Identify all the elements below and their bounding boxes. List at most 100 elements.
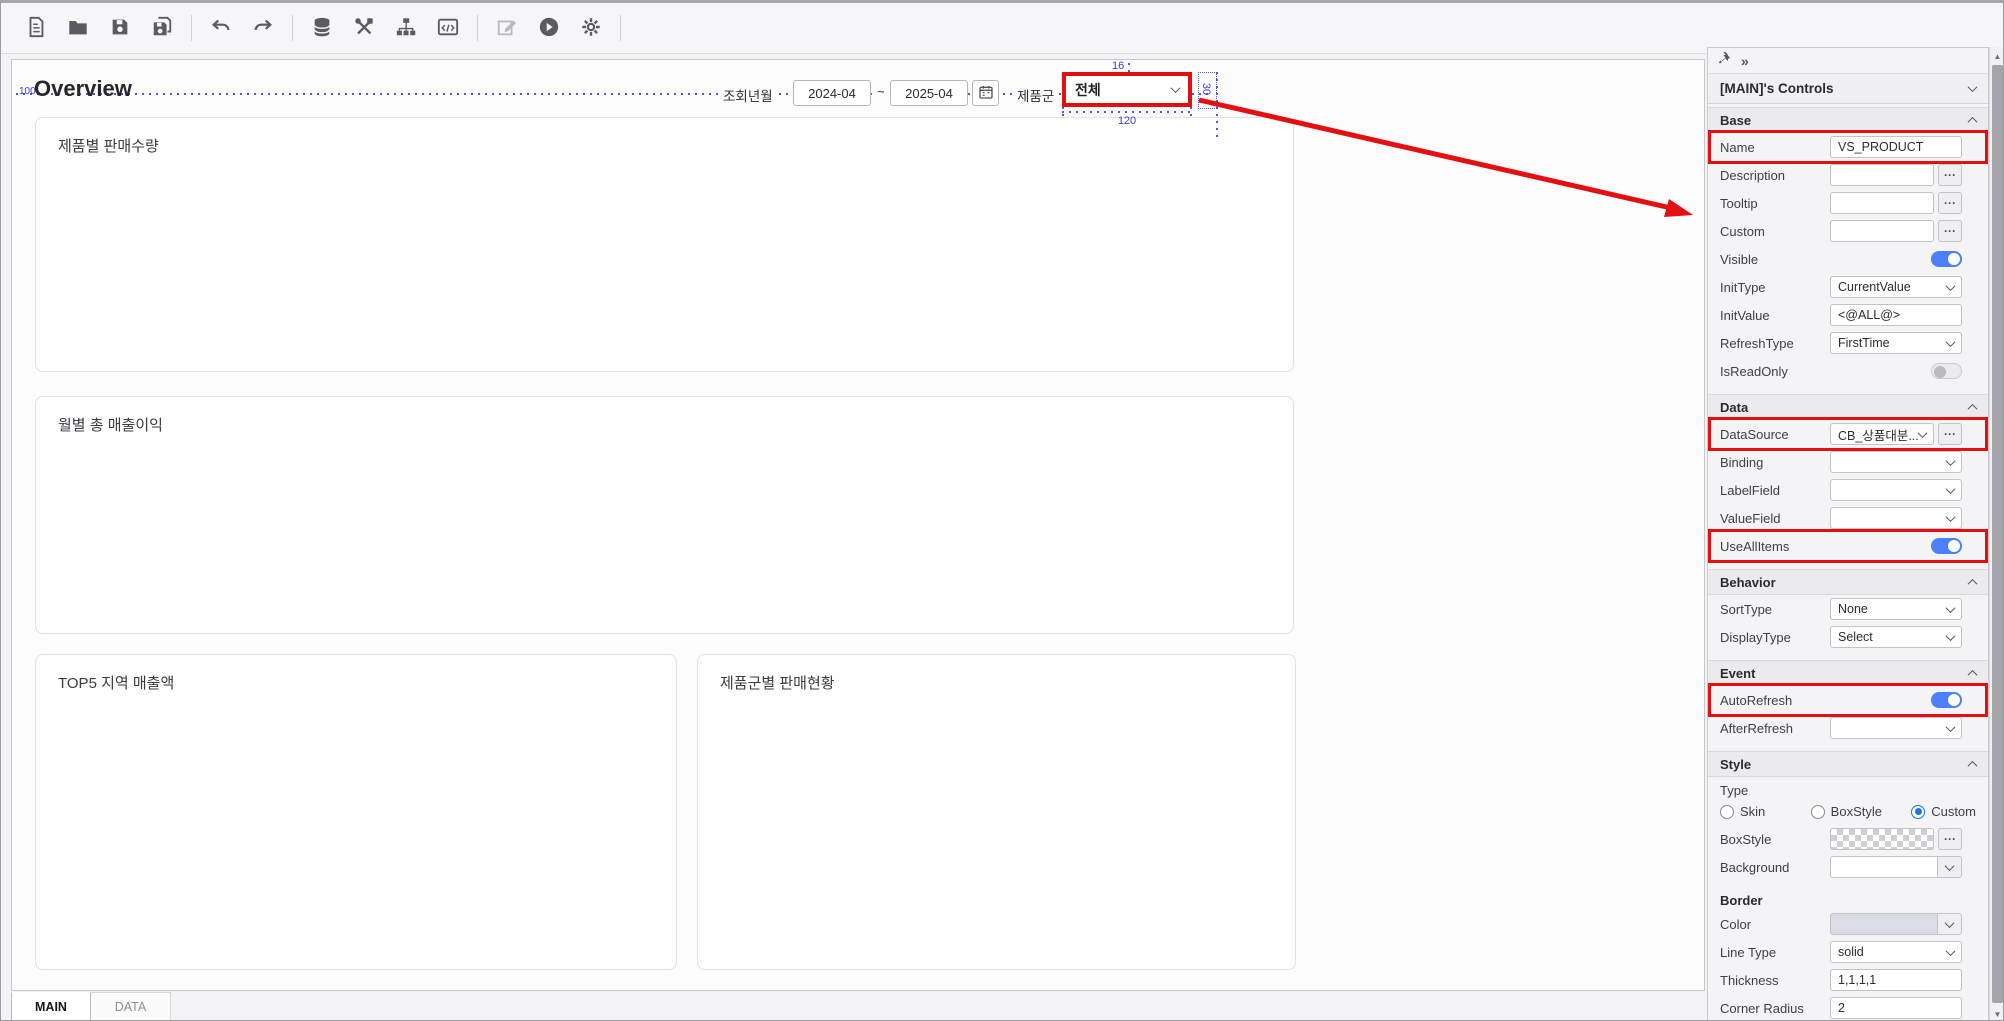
section-behavior[interactable]: Behavior <box>1708 569 1988 595</box>
inspector-scrollbar[interactable]: ▲ ▼ <box>1989 47 2004 1021</box>
chart-panel-top5-region[interactable]: TOP5 지역 매출액 <box>35 654 677 970</box>
labelfield-select[interactable] <box>1830 479 1962 501</box>
dim-top-label: 16 <box>1112 60 1124 72</box>
edit-icon <box>496 16 518 41</box>
radio-circle <box>1720 805 1734 819</box>
chevron-up-icon <box>1968 403 1978 413</box>
scroll-up-arrow[interactable]: ▲ <box>1990 49 2004 64</box>
linetype-select[interactable]: solid <box>1830 941 1962 963</box>
custom-input[interactable] <box>1830 220 1934 242</box>
radio-skin[interactable]: Skin <box>1720 804 1811 819</box>
bordercolor-swatch[interactable] <box>1830 913 1938 935</box>
section-event[interactable]: Event <box>1708 660 1988 686</box>
toolbar-separator <box>191 15 192 41</box>
inittype-select[interactable]: CurrentValue <box>1830 276 1962 298</box>
description-ellipsis-button[interactable]: ··· <box>1938 164 1962 186</box>
prop-row-boxstyle: BoxStyle ··· <box>1708 825 1988 853</box>
description-input[interactable] <box>1830 164 1934 186</box>
radio-boxstyle[interactable]: BoxStyle <box>1811 804 1912 819</box>
controls-header[interactable]: [MAIN]'s Controls <box>1708 74 1988 104</box>
prop-row-name: Name VS_PRODUCT <box>1708 133 1988 161</box>
boxstyle-ellipsis-button[interactable]: ··· <box>1938 828 1962 850</box>
collapse-panel-icon[interactable]: » <box>1741 53 1749 69</box>
section-style[interactable]: Style <box>1708 751 1988 777</box>
chart-panel-sales-by-product[interactable]: 제품별 판매수량 <box>35 117 1294 372</box>
scroll-down-arrow[interactable]: ▼ <box>1990 1007 2004 1021</box>
thickness-input[interactable]: 1,1,1,1 <box>1830 969 1962 991</box>
settings-button[interactable] <box>573 10 609 46</box>
date-from-input[interactable]: 2024-04 <box>793 80 871 106</box>
bordercolor-dropdown-button[interactable] <box>1938 913 1962 935</box>
isreadonly-toggle[interactable] <box>1931 363 1962 379</box>
date-to-input[interactable]: 2025-04 <box>890 80 968 106</box>
prop-label: InitType <box>1720 280 1830 295</box>
page-title: Overview <box>34 76 132 102</box>
section-data[interactable]: Data <box>1708 394 1988 420</box>
prop-row-linetype: Line Type solid <box>1708 938 1988 966</box>
tab-main[interactable]: MAIN <box>11 992 91 1021</box>
select-value: FirstTime <box>1838 336 1890 350</box>
select-value: CurrentValue <box>1838 280 1911 294</box>
refreshtype-select[interactable]: FirstTime <box>1830 332 1962 354</box>
run-button[interactable] <box>531 10 567 46</box>
tools-button[interactable] <box>346 10 382 46</box>
calendar-button[interactable] <box>972 80 999 106</box>
scrollbar-thumb[interactable] <box>1992 65 2003 1003</box>
datasource-select[interactable]: CB_상품대분... <box>1830 423 1934 445</box>
useallitems-toggle[interactable] <box>1931 538 1962 554</box>
edit-button[interactable] <box>489 10 525 46</box>
chevron-down-icon <box>1946 603 1956 613</box>
chevron-down-icon <box>1946 631 1956 641</box>
section-base[interactable]: Base <box>1708 107 1988 133</box>
autorefresh-toggle[interactable] <box>1931 692 1962 708</box>
panel-title: TOP5 지역 매출액 <box>36 655 676 710</box>
chevron-up-icon <box>1968 760 1978 770</box>
controls-header-label: [MAIN]'s Controls <box>1720 81 1833 96</box>
radio-circle <box>1811 805 1825 819</box>
prop-row-binding: Binding <box>1708 448 1988 476</box>
sorttype-select[interactable]: None <box>1830 598 1962 620</box>
hierarchy-button[interactable] <box>388 10 424 46</box>
save-button[interactable] <box>102 10 138 46</box>
tooltip-ellipsis-button[interactable]: ··· <box>1938 192 1962 214</box>
view-tabs: MAIN DATA <box>11 992 171 1021</box>
visible-toggle[interactable] <box>1931 251 1962 267</box>
valuefield-select[interactable] <box>1830 507 1962 529</box>
code-button[interactable] <box>430 10 466 46</box>
afterrefresh-select[interactable] <box>1830 717 1962 739</box>
prop-row-bordercolor: Color <box>1708 910 1988 938</box>
datasource-ellipsis-button[interactable]: ··· <box>1938 423 1962 445</box>
displaytype-select[interactable]: Select <box>1830 626 1962 648</box>
properties-inspector: » [MAIN]'s Controls Base Name VS_PRODUCT… <box>1707 47 1989 1021</box>
initvalue-input[interactable]: <@ALL@> <box>1830 304 1962 326</box>
boxstyle-swatch[interactable] <box>1830 828 1934 850</box>
new-file-button[interactable] <box>18 10 54 46</box>
chart-panel-monthly-profit[interactable]: 월별 총 매출이익 <box>35 396 1294 634</box>
binding-select[interactable] <box>1830 451 1962 473</box>
toggle-knob <box>1948 694 1960 706</box>
prop-label: AutoRefresh <box>1720 693 1830 708</box>
background-swatch[interactable] <box>1830 856 1938 878</box>
prop-label: Binding <box>1720 455 1830 470</box>
chart-panel-sales-by-category[interactable]: 제품군별 판매현황 <box>697 654 1296 970</box>
prop-row-labelfield: LabelField <box>1708 476 1988 504</box>
tooltip-input[interactable] <box>1830 192 1934 214</box>
radio-custom[interactable]: Custom <box>1911 804 1976 819</box>
design-canvas[interactable]: 100 Overview 조회년월 2024-04 ~ 2025-04 제품군 … <box>11 59 1705 991</box>
prop-row-description: Description ··· <box>1708 161 1988 189</box>
toggle-knob <box>1934 366 1946 378</box>
background-dropdown-button[interactable] <box>1938 856 1962 878</box>
cornerradius-input[interactable]: 2 <box>1830 997 1962 1019</box>
tab-data[interactable]: DATA <box>91 992 171 1021</box>
pin-icon[interactable] <box>1718 52 1731 70</box>
save-all-button[interactable] <box>144 10 180 46</box>
open-folder-button[interactable] <box>60 10 96 46</box>
prop-row-thickness: Thickness 1,1,1,1 <box>1708 966 1988 994</box>
redo-button[interactable] <box>245 10 281 46</box>
product-group-dropdown[interactable]: 전체 <box>1066 76 1188 103</box>
database-button[interactable] <box>304 10 340 46</box>
custom-ellipsis-button[interactable]: ··· <box>1938 220 1962 242</box>
undo-button[interactable] <box>203 10 239 46</box>
name-input[interactable]: VS_PRODUCT <box>1830 136 1962 158</box>
inspector-toolbar: » <box>1708 48 1988 74</box>
